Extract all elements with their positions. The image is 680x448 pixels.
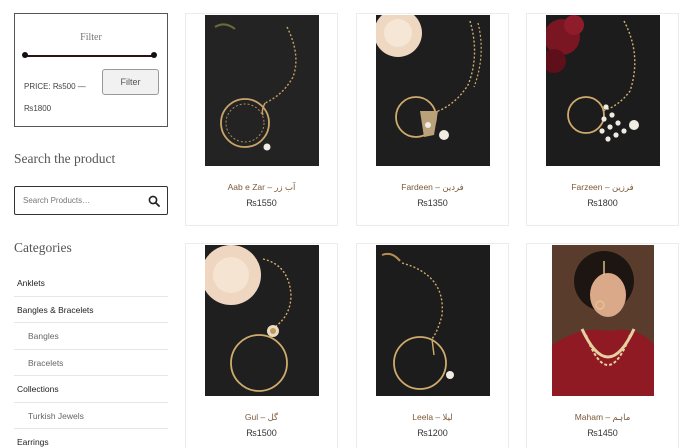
product-name[interactable]: Gul – گل <box>186 412 337 423</box>
price-range-label: PRICE: ₨500 — ₨1800 <box>24 82 86 113</box>
product-price: ₨1550 <box>246 198 277 208</box>
category-item-anklets[interactable]: Anklets <box>14 270 168 297</box>
product-price: ₨1500 <box>246 428 277 438</box>
nath-jewelry-image <box>546 15 660 166</box>
product-price: ₨1800 <box>587 198 618 208</box>
category-list: Anklets Bangles & Bracelets Bangles Brac… <box>14 270 168 448</box>
product-name[interactable]: Maham – ماہم <box>527 412 678 423</box>
price-slider-track[interactable] <box>23 55 155 57</box>
category-item-bangles-bracelets[interactable]: Bangles & Bracelets <box>14 297 168 323</box>
category-item-bangles[interactable]: Bangles <box>14 323 168 350</box>
product-name[interactable]: Leela – لیلا <box>357 412 508 423</box>
price-slider-min-handle[interactable] <box>22 52 28 58</box>
product-card[interactable]: Aab e Zar – آب زر ₨1550 <box>185 13 338 226</box>
product-price: ₨1350 <box>417 198 448 208</box>
product-price: ₨1200 <box>417 428 448 438</box>
category-item-collections[interactable]: Collections <box>14 376 168 403</box>
category-item-bracelets[interactable]: Bracelets <box>14 350 168 376</box>
filter-title: Filter <box>80 32 102 43</box>
product-name[interactable]: Fardeen – فردین <box>357 182 508 193</box>
product-card[interactable]: Gul – گل ₨1500 <box>185 243 338 448</box>
product-price: ₨1450 <box>587 428 618 438</box>
product-name[interactable]: Farzeen – فرزین <box>527 182 678 193</box>
product-image[interactable] <box>205 245 319 396</box>
product-card[interactable]: Farzeen – فرزین ₨1800 <box>526 13 679 226</box>
product-card[interactable]: Fardeen – فردین ₨1350 <box>356 13 509 226</box>
price-filter-widget: Filter PRICE: ₨500 — ₨1800 Filter <box>14 13 168 127</box>
search-icon[interactable] <box>148 195 160 207</box>
product-image[interactable] <box>205 15 319 166</box>
product-card[interactable]: Maham – ماہم ₨1450 <box>526 243 679 448</box>
search-input[interactable] <box>23 187 143 214</box>
search-form <box>14 186 168 215</box>
product-image[interactable] <box>376 15 490 166</box>
categories-heading: Categories <box>14 240 72 255</box>
search-heading: Search the product <box>14 151 116 166</box>
filter-button[interactable]: Filter <box>102 69 159 95</box>
bride-portrait-image <box>552 245 654 396</box>
category-item-earrings[interactable]: Earrings <box>14 429 168 448</box>
product-name[interactable]: Aab e Zar – آب زر <box>186 182 337 193</box>
price-slider-max-handle[interactable] <box>151 52 157 58</box>
product-image[interactable] <box>546 15 660 166</box>
nath-jewelry-image <box>376 245 490 396</box>
product-image[interactable] <box>376 245 490 396</box>
nath-jewelry-image <box>205 245 319 396</box>
product-image[interactable] <box>552 245 654 396</box>
nath-jewelry-image <box>205 15 319 166</box>
category-item-turkish-jewels[interactable]: Turkish Jewels <box>14 403 168 429</box>
nath-jewelry-image <box>376 15 490 166</box>
product-card[interactable]: Leela – لیلا ₨1200 <box>356 243 509 448</box>
